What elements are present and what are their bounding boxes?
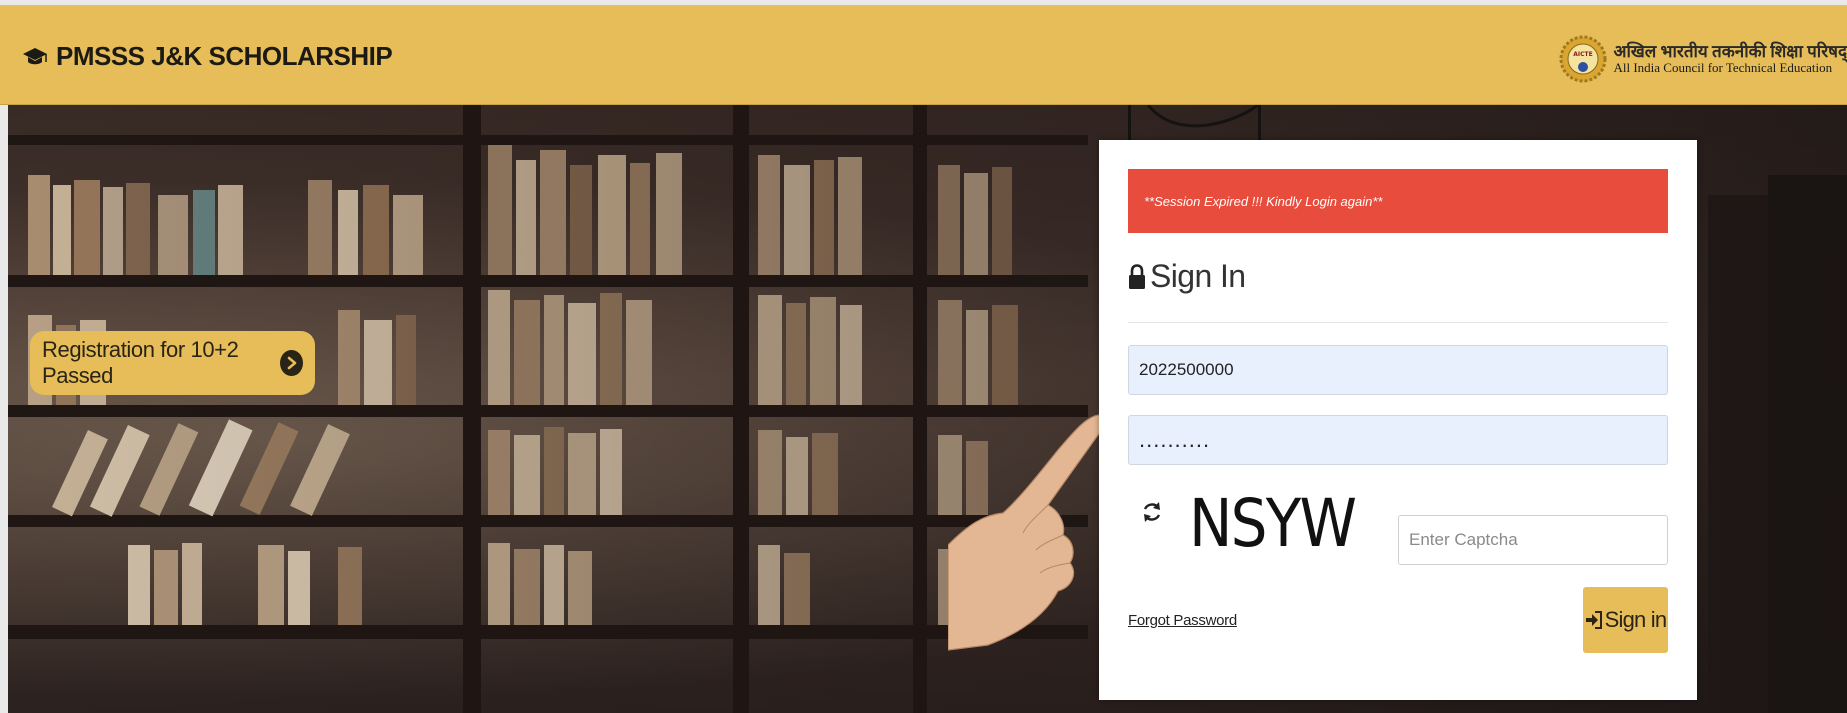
- chevron-right-circle-icon: [280, 350, 303, 376]
- signin-heading: Sign In: [1128, 258, 1246, 295]
- graduation-cap-icon: [23, 47, 47, 64]
- signin-title-text: Sign In: [1150, 258, 1246, 294]
- aicte-branding: AICTE अखिल भारतीय तकनीकी शिक्षा परिषद् A…: [1559, 19, 1847, 99]
- aicte-logo: AICTE: [1559, 35, 1607, 83]
- forgot-password-link[interactable]: Forgot Password: [1128, 612, 1237, 629]
- captcha-input[interactable]: [1398, 515, 1668, 565]
- aicte-logo-text: AICTE: [1574, 51, 1593, 58]
- aicte-name: अखिल भारतीय तकनीकी शिक्षा परिषद् All Ind…: [1613, 43, 1847, 74]
- aicte-name-english: All India Council for Technical Educatio…: [1613, 60, 1833, 76]
- login-card: **Session Expired !!! Kindly Login again…: [1099, 140, 1697, 700]
- lock-icon: [1129, 263, 1145, 289]
- registration-button[interactable]: Registration for 10+2 Passed: [30, 331, 315, 395]
- pointing-hand-illustration: [948, 414, 1107, 651]
- password-input[interactable]: [1128, 415, 1668, 465]
- signin-button-label: Sign in: [1604, 607, 1667, 632]
- username-input[interactable]: [1128, 345, 1668, 395]
- captcha-image: NSYW: [1189, 485, 1357, 562]
- sign-in-icon: [1585, 611, 1602, 629]
- session-expired-alert: **Session Expired !!! Kindly Login again…: [1128, 169, 1668, 233]
- signin-button[interactable]: Sign in: [1583, 587, 1668, 653]
- refresh-icon[interactable]: [1141, 499, 1163, 525]
- registration-button-label: Registration for 10+2 Passed: [42, 337, 239, 388]
- brand[interactable]: PMSSS J&K SCHOLARSHIP: [22, 41, 393, 72]
- brand-title: PMSSS J&K SCHOLARSHIP: [56, 41, 393, 71]
- alert-text: **Session Expired !!! Kindly Login again…: [1144, 193, 1383, 209]
- top-header: PMSSS J&K SCHOLARSHIP AICTE अखिल भारतीय …: [0, 5, 1847, 105]
- aicte-name-hindi: अखिल भारतीय तकनीकी शिक्षा परिषद्: [1613, 42, 1847, 62]
- divider: [1128, 322, 1668, 323]
